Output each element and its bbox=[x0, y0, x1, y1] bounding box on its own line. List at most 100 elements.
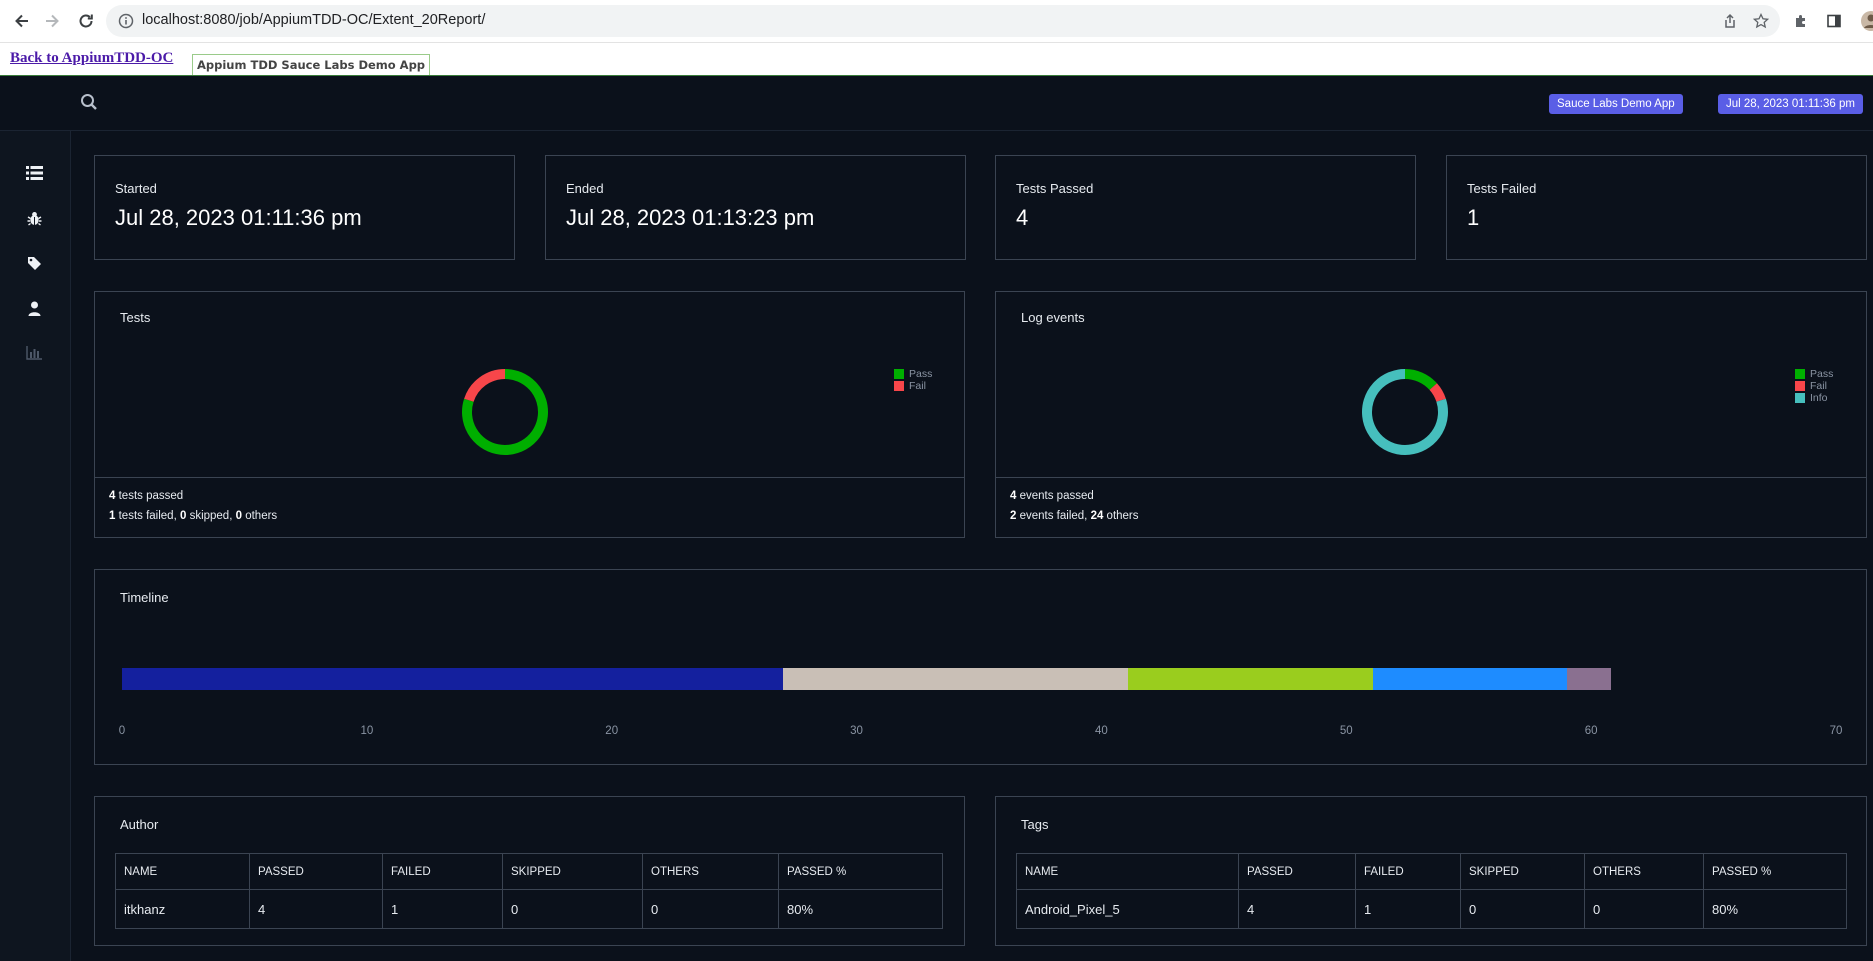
legend-swatch-pass bbox=[894, 369, 904, 379]
tests-passed-card: Tests Passed 4 bbox=[995, 155, 1416, 260]
passed-pct-cell: 80% bbox=[778, 889, 943, 929]
tags-card: Tags NAME PASSED FAILED SKIPPED OTHERS P… bbox=[995, 796, 1867, 946]
site-info-icon[interactable] bbox=[118, 13, 134, 34]
tests-passed-label: Tests Passed bbox=[1016, 181, 1094, 196]
col-name: NAME bbox=[115, 853, 250, 890]
browser-toolbar: localhost:8080/job/AppiumTDD-OC/Extent_2… bbox=[0, 0, 1873, 43]
tags-table: NAME PASSED FAILED SKIPPED OTHERS PASSED… bbox=[1016, 853, 1847, 929]
log-events-donut-chart bbox=[1362, 369, 1448, 455]
list-icon[interactable] bbox=[24, 163, 44, 183]
timeline-tick-40: 40 bbox=[1095, 725, 1108, 737]
author-card: Author NAME PASSED FAILED SKIPPED OTHERS… bbox=[94, 796, 965, 946]
timeline-segment-1[interactable] bbox=[122, 668, 785, 690]
legend-label-fail: Fail bbox=[1810, 380, 1827, 392]
timeline-tick-50: 50 bbox=[1339, 725, 1353, 737]
passed-pct-cell: 80% bbox=[1703, 889, 1847, 929]
timeline-segment-5[interactable] bbox=[1566, 668, 1612, 690]
others-cell: 0 bbox=[1584, 889, 1704, 929]
extensions-puzzle-icon[interactable] bbox=[1789, 9, 1813, 33]
legend-item-pass: Pass bbox=[1795, 368, 1833, 380]
donut-slice-fail[interactable] bbox=[464, 369, 506, 403]
col-others: OTHERS bbox=[642, 853, 779, 890]
side-panel-icon[interactable] bbox=[1822, 9, 1846, 33]
skipped-cell: 0 bbox=[1460, 889, 1585, 929]
events-passed-text: events passed bbox=[1016, 490, 1094, 502]
table-row[interactable]: Android_Pixel_5 4 1 0 0 80% bbox=[1016, 889, 1847, 929]
timeline-segment-4[interactable] bbox=[1373, 668, 1568, 690]
author-title: Author bbox=[120, 817, 159, 832]
timeline-chart: 0 10 20 30 40 50 60 70 bbox=[95, 570, 1866, 764]
legend-item-fail: Fail bbox=[1795, 380, 1833, 392]
log-events-chart-card: Log events Pass Fail Info 4 events passe… bbox=[995, 291, 1867, 538]
legend-swatch-info bbox=[1795, 393, 1805, 403]
author-name-cell[interactable]: itkhanz bbox=[115, 889, 250, 929]
timeline-segment-3[interactable] bbox=[1128, 668, 1375, 690]
col-failed: FAILED bbox=[1355, 853, 1461, 890]
legend-swatch-fail bbox=[894, 381, 904, 391]
failed-cell: 1 bbox=[1355, 889, 1461, 929]
share-icon[interactable] bbox=[1718, 9, 1742, 33]
tests-passed-line: 4 tests passed bbox=[109, 490, 183, 502]
legend-label-pass: Pass bbox=[1810, 368, 1834, 380]
timeline-tick-20: 20 bbox=[605, 725, 619, 737]
events-failed-text: events failed, bbox=[1016, 510, 1091, 522]
reload-icon[interactable] bbox=[74, 9, 98, 33]
col-skipped: SKIPPED bbox=[1460, 853, 1585, 890]
col-passed-pct: PASSED % bbox=[1703, 853, 1847, 890]
tag-name-cell[interactable]: Android_Pixel_5 bbox=[1016, 889, 1239, 929]
log-events-summary: 4 events passed 2 events failed, 24 othe… bbox=[996, 477, 1866, 537]
tests-donut-chart bbox=[462, 369, 548, 455]
tags-title: Tags bbox=[1021, 817, 1049, 832]
start-date-badge: Jul 28, 2023 01:11:36 pm bbox=[1718, 94, 1863, 114]
legend-swatch-pass bbox=[1795, 369, 1805, 379]
donut-slice-fail[interactable] bbox=[1429, 383, 1446, 403]
others-text: others bbox=[242, 510, 278, 522]
address-bar[interactable]: localhost:8080/job/AppiumTDD-OC/Extent_2… bbox=[106, 5, 1780, 37]
col-failed: FAILED bbox=[382, 853, 503, 890]
tests-legend: Pass Fail bbox=[894, 368, 932, 392]
back-arrow-icon[interactable] bbox=[10, 9, 34, 33]
passed-cell: 4 bbox=[1238, 889, 1356, 929]
legend-swatch-fail bbox=[1795, 381, 1805, 391]
tests-summary: 4 tests passed 1 tests failed, 0 skipped… bbox=[95, 477, 964, 537]
legend-item-fail: Fail bbox=[894, 380, 932, 392]
tag-icon[interactable] bbox=[24, 253, 44, 273]
back-to-job-link[interactable]: Back to AppiumTDD-OC bbox=[10, 50, 173, 67]
col-name: NAME bbox=[1016, 853, 1239, 890]
timeline-tick-30: 30 bbox=[850, 725, 863, 737]
ended-label: Ended bbox=[566, 181, 604, 196]
skipped-cell: 0 bbox=[502, 889, 643, 929]
legend-label-fail: Fail bbox=[909, 380, 926, 392]
bug-icon[interactable] bbox=[24, 208, 44, 228]
bookmark-star-icon[interactable] bbox=[1749, 9, 1773, 33]
user-icon[interactable] bbox=[24, 298, 44, 318]
events-others-count: 24 bbox=[1090, 510, 1104, 522]
report-tab[interactable]: Appium TDD Sauce Labs Demo App bbox=[192, 54, 431, 75]
jenkins-header: Back to AppiumTDD-OC Appium TDD Sauce La… bbox=[0, 43, 1873, 76]
col-skipped: SKIPPED bbox=[502, 853, 643, 890]
bar-chart-icon[interactable] bbox=[24, 343, 44, 363]
tests-chart-title: Tests bbox=[120, 310, 151, 325]
col-passed: PASSED bbox=[249, 853, 383, 890]
author-table-header: NAME PASSED FAILED SKIPPED OTHERS PASSED… bbox=[115, 853, 943, 890]
donut-slice-pass[interactable] bbox=[1404, 369, 1437, 391]
ended-card: Ended Jul 28, 2023 01:13:23 pm bbox=[545, 155, 966, 260]
failed-cell: 1 bbox=[382, 889, 503, 929]
started-label: Started bbox=[115, 181, 157, 196]
profile-avatar-icon[interactable] bbox=[1856, 9, 1873, 33]
events-passed-line: 4 events passed bbox=[1010, 490, 1094, 502]
report-header: Sauce Labs Demo App Jul 28, 2023 01:11:3… bbox=[0, 76, 1873, 131]
col-passed: PASSED bbox=[1238, 853, 1356, 890]
legend-item-pass: Pass bbox=[894, 368, 932, 380]
skipped-text: skipped, bbox=[186, 510, 236, 522]
timeline-card: Timeline 0 10 20 30 40 50 60 70 bbox=[94, 569, 1867, 765]
log-events-chart-title: Log events bbox=[1021, 310, 1085, 325]
table-row[interactable]: itkhanz 4 1 0 0 80% bbox=[115, 889, 943, 929]
events-others-text: others bbox=[1103, 510, 1139, 522]
forward-arrow-icon[interactable] bbox=[40, 9, 64, 33]
timeline-segment-2[interactable] bbox=[783, 668, 1130, 690]
tests-failed-value: 1 bbox=[1467, 205, 1480, 230]
ended-value: Jul 28, 2023 01:13:23 pm bbox=[566, 205, 815, 230]
search-icon[interactable] bbox=[80, 93, 98, 116]
col-passed-pct: PASSED % bbox=[778, 853, 943, 890]
